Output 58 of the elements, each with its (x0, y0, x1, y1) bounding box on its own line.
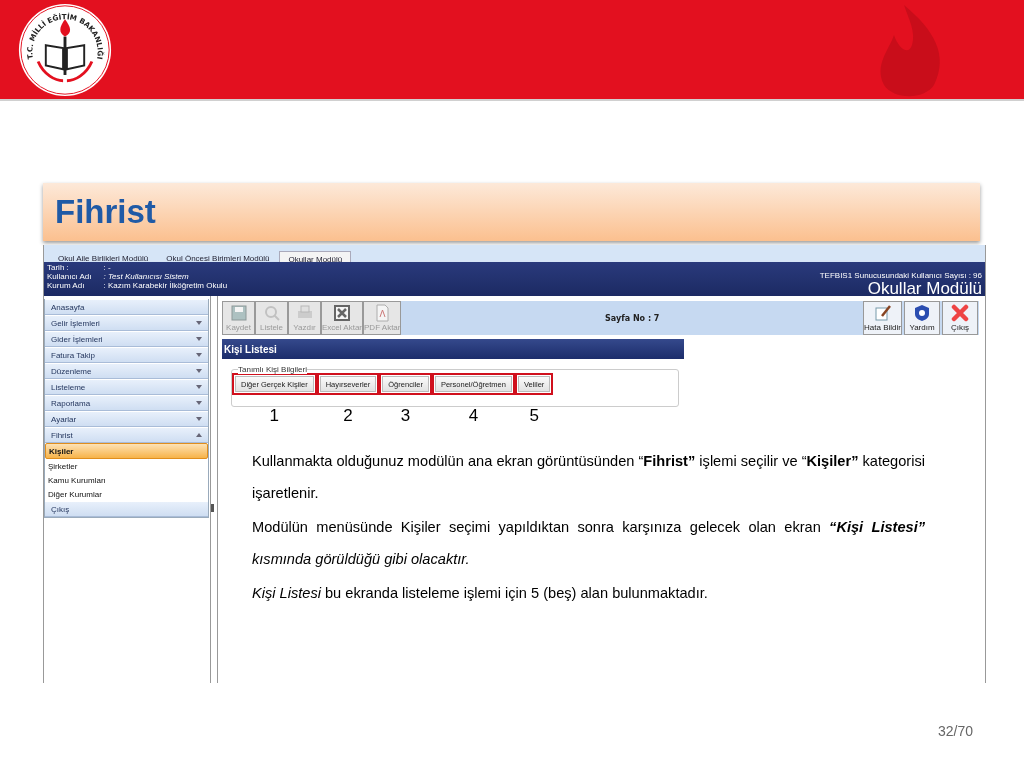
toolbar-button[interactable]: Yardım (904, 301, 940, 335)
sidebar-item[interactable]: Fihrist (45, 427, 208, 443)
sidebar-label: Gider İşlemleri (51, 334, 103, 344)
info-value: : - (103, 263, 112, 272)
sidebar-label: Gelir İşlemleri (51, 318, 100, 328)
panel-title: Kişi Listesi (222, 339, 684, 359)
callout-number: 2 (343, 407, 353, 425)
callout-number: 1 (269, 407, 280, 425)
note-pencil-icon (873, 304, 892, 322)
group-label: Tanımlı Kişi Bilgileri (238, 365, 307, 374)
sidebar-label: Fihrist (51, 430, 73, 440)
callout-number: 3 (400, 407, 411, 425)
user-count: TEFBIS1 Sunucusundaki Kullanıcı Sayısı : 96 (819, 271, 982, 280)
module-title: Okullar Modülü (867, 280, 982, 297)
splitter-grip-icon[interactable] (211, 503, 214, 512)
sidebar-label: Anasayfa (51, 302, 85, 312)
module-tab[interactable]: Okul Öncesi Birimleri Modülü (158, 251, 278, 262)
magnifier-icon (262, 304, 281, 322)
page-number-label: Sayfa No : 7 (604, 312, 661, 325)
info-label: Kullanıcı Adı (47, 272, 92, 281)
close-icon (951, 304, 969, 322)
callout-number: 5 (529, 407, 539, 425)
sidebar-item[interactable]: Çıkış (45, 501, 208, 517)
submenu-item[interactable]: Diğer Kurumlar (45, 487, 208, 501)
sidebar-label: Raporlama (51, 398, 91, 408)
help-icon (913, 304, 931, 322)
submenu-item[interactable]: Şirketler (45, 459, 208, 473)
info-value: : Test Kullanıcısı Sistem (103, 272, 190, 281)
toolbar-button[interactable]: Hata Bildir (863, 301, 902, 335)
sidebar-item[interactable]: Anasayfa (45, 299, 208, 315)
sidebar-item[interactable]: Ayarlar (45, 411, 208, 427)
info-value: : Kazım Karabekir İlköğretim Okulu (103, 281, 228, 290)
sidebar-label: Fatura Takip (51, 350, 95, 360)
submenu-item[interactable]: Kamu Kurumları (45, 473, 208, 487)
paragraph: Kişi Listesi bu ekranda listeleme işlemi için 5 (beş) alan bulunmaktadır. (252, 584, 709, 603)
module-tab[interactable]: Okul Aile Birlikleri Modülü (50, 251, 157, 262)
sidebar-item[interactable]: Gelir İşlemleri (45, 315, 208, 331)
info-label: Tarih : (47, 263, 70, 272)
sidebar-item[interactable]: Listeleme (45, 379, 208, 395)
info-label: Kurum Adı (47, 281, 86, 290)
sidebar-item[interactable]: Raporlama (45, 395, 208, 411)
paragraph: Modülün menüsünde Kişiler seçimi yapıldıktan sonra karşınıza gelecek olan ekran “Kişi Listesi” kısmında görüldüğü gibi olacaktır. (252, 518, 925, 569)
slide-number: 32/70 (937, 723, 973, 739)
sidebar-label: Düzenleme (51, 366, 92, 376)
spreadsheet-icon (333, 304, 351, 322)
sidebar-label: Çıkış (51, 504, 70, 514)
toolbar-button[interactable]: Çıkış (942, 301, 978, 335)
sidebar-item[interactable]: Düzenleme (45, 363, 208, 379)
sidebar-item[interactable]: Fatura Takip (45, 347, 208, 363)
document-icon (373, 304, 392, 322)
sidebar-label: Listeleme (51, 382, 86, 392)
slide-title: Fihrist (55, 193, 156, 231)
sidebar-item[interactable]: Gider İşlemleri (45, 331, 208, 347)
sidebar-label: Ayarlar (51, 414, 77, 424)
callout-number: 4 (468, 407, 479, 425)
submenu-item[interactable]: Kişiler (45, 443, 208, 459)
paragraph: Kullanmakta olduğunuz modülün ana ekran görüntüsünden “Fihrist” işlemi seçilir ve “Kişiler” kategorisi işaretlenir. (252, 452, 925, 503)
save-icon (229, 304, 248, 322)
